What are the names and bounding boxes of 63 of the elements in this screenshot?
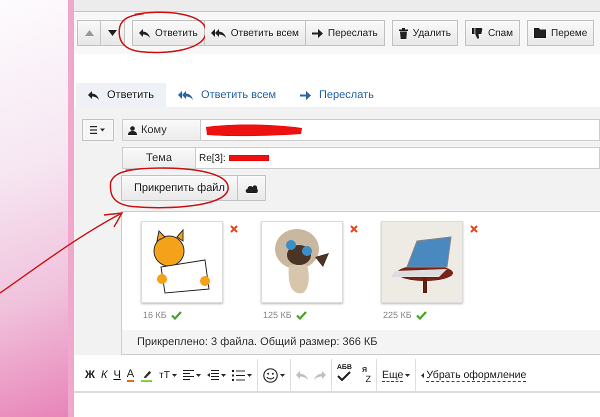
attach-file-button[interactable]: Прикрепить файл [121,175,238,201]
align-left-icon [182,370,194,380]
toolbar-button[interactable]: Спам [464,20,520,46]
toolbar-button[interactable]: Удалить [392,20,458,46]
checkmark-icon [337,371,352,381]
smiley-icon [262,368,278,382]
caret-icon [246,374,252,376]
caret-icon [172,374,177,376]
reply-arrow-icon [139,28,150,38]
underline-tool-button[interactable]: Ч [110,364,124,386]
more-tool-button[interactable]: Еще [378,364,414,386]
triangle-icon [84,30,94,36]
caret-icon [220,374,226,376]
attachments-summary: Прикреплено: 3 файла. Общий размер: 366 КБ [122,330,600,354]
subject-field[interactable]: Re[3]: [196,147,600,169]
file-size: 225 КБ [383,310,412,320]
clear-tool-button[interactable]: Убрать оформление [418,364,530,386]
caret-icon [405,374,410,376]
file-size: 125 КБ [263,310,292,320]
triangle-icon [108,30,117,36]
color-tool-button[interactable]: A [124,364,138,386]
reply-all-arrow-icon [210,28,226,38]
menu-button[interactable] [82,119,114,141]
subject-label: Тема [122,147,196,169]
next-button[interactable] [101,20,125,46]
bold-tool-button[interactable]: Ж [82,364,98,386]
right-arrow-icon [312,28,323,38]
tab[interactable]: Ответить [76,83,166,107]
indent-icon [206,370,219,380]
redo-icon [314,370,326,380]
recipient-field[interactable] [201,119,600,141]
toolbar-button[interactable]: Переме [527,20,594,46]
italic-tool-button[interactable]: К [98,364,110,386]
undo-icon [296,370,308,380]
tab[interactable]: Переслать [288,83,386,107]
image-thumbnail[interactable] [141,221,223,303]
reply-all-arrow-icon [178,90,194,100]
reply-arrow-icon [88,90,99,100]
close-icon[interactable] [230,225,238,233]
marker-icon [140,368,154,382]
to-label: Кому [122,119,201,141]
toolbar-button[interactable]: Ответить всем [204,20,306,46]
caret-icon [421,372,424,378]
file-size: 16 КБ [143,310,167,320]
thumbs-down-icon [472,28,483,38]
close-icon[interactable] [350,225,358,233]
folder-icon [534,28,546,38]
image-thumbnail[interactable] [381,221,463,303]
person-icon [128,126,137,134]
cloud-button[interactable] [238,175,266,201]
caret-icon [196,374,201,376]
tab[interactable]: Ответить всем [166,83,288,107]
close-icon[interactable] [470,225,478,233]
toolbar-button[interactable]: Переслать [306,20,385,46]
toolbar-button[interactable]: Ответить [132,20,205,46]
cloud-icon [244,184,258,192]
right-arrow-icon [300,90,312,100]
trash-icon [398,28,408,38]
caret-icon [280,374,285,376]
numbered-list-icon [232,370,245,380]
image-thumbnail[interactable] [261,221,343,303]
size-tool-button[interactable]: тТ [156,364,180,386]
menu-icon [90,126,106,134]
